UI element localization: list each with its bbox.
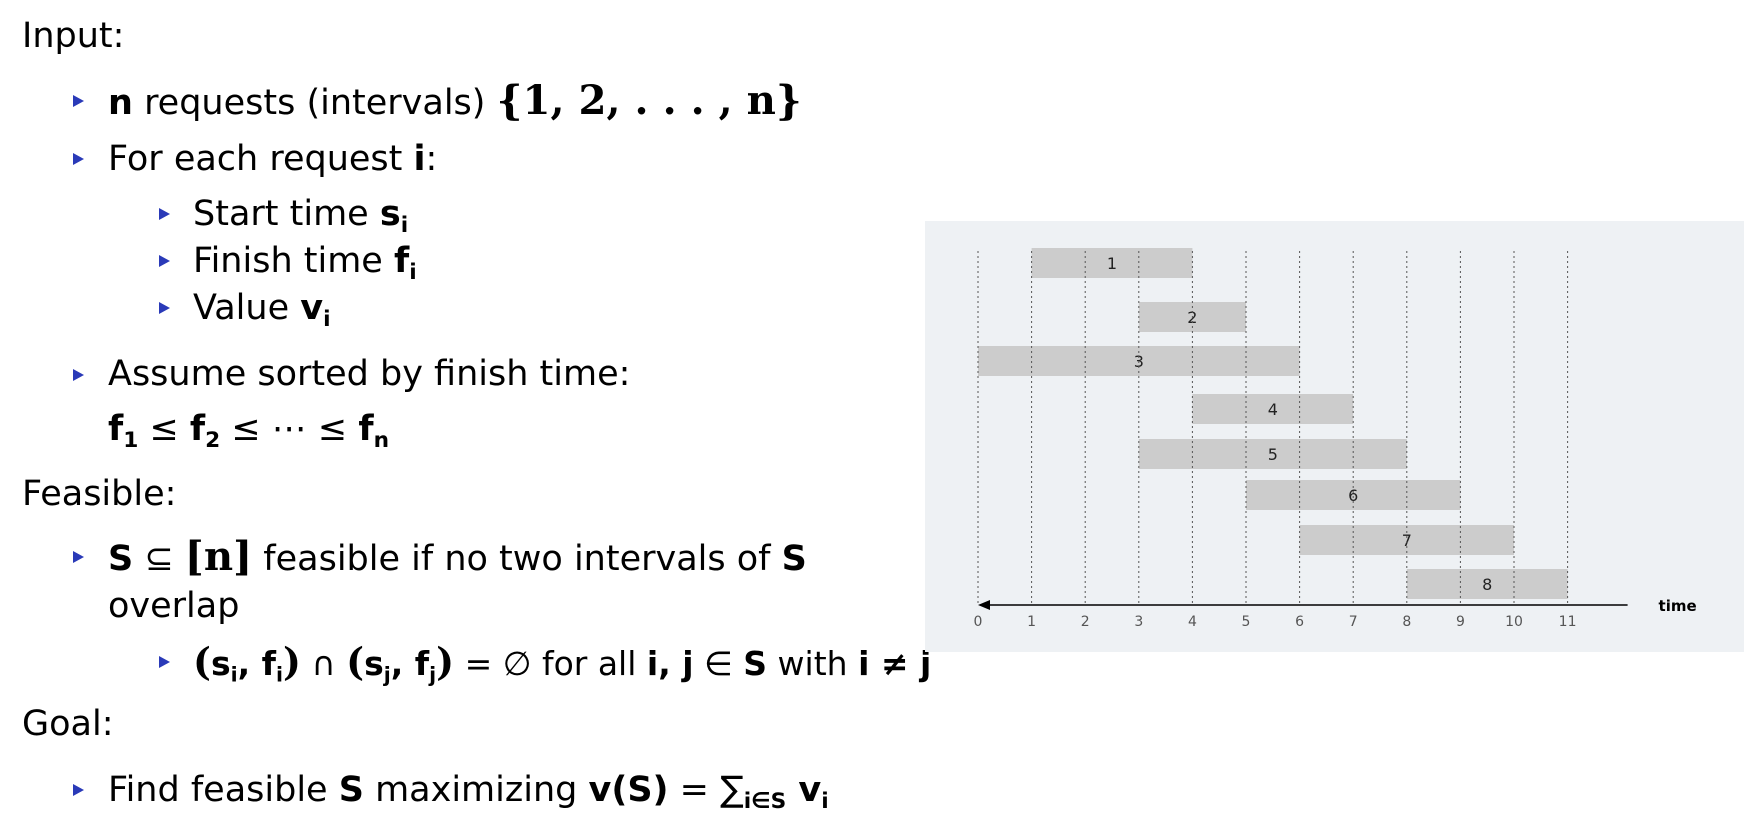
tick-label: 5 [1242, 614, 1251, 630]
var-f: f [393, 241, 410, 281]
with-text: with [767, 644, 859, 683]
tick-label: 11 [1559, 614, 1577, 630]
tick-label: 10 [1505, 614, 1523, 630]
var-S: S [108, 539, 134, 579]
bullet-icon [73, 784, 84, 796]
var-S: S [338, 770, 364, 810]
request-set: {1, 2, . . . , n} [496, 77, 802, 124]
f-j: f [414, 644, 430, 683]
tick-label: 6 [1295, 614, 1304, 630]
requests-text: requests (intervals) [144, 83, 486, 123]
feasible-text: feasible if no two intervals of [263, 539, 771, 579]
leq: ≤ [138, 409, 190, 449]
ij: i, j [646, 644, 694, 683]
interval-label: 8 [1482, 575, 1492, 594]
maximizing-text: maximizing [375, 770, 578, 810]
item-assume-sorted: Assume sorted by finish time: [108, 354, 631, 394]
bullet-icon [73, 551, 84, 563]
f2-sub: 2 [205, 427, 221, 453]
fn: f [358, 409, 374, 449]
f-i: f [261, 644, 277, 683]
paren-open: ( [193, 639, 211, 684]
sum-sub: i∈S [743, 788, 787, 814]
subscript-i: i [323, 306, 331, 332]
section-heading-input: Input: [22, 16, 125, 56]
s-j: s [364, 644, 384, 683]
paren-close: ) [436, 639, 455, 684]
in: ∈ [693, 644, 744, 683]
bullet-icon [73, 95, 84, 107]
tick-label: 7 [1349, 614, 1358, 630]
leq-dots: ≤ ⋯ ≤ [220, 409, 359, 449]
item-goal: Find feasible S maximizing v(S) = ∑i∈S v… [108, 768, 829, 824]
overlap-text: overlap [108, 586, 240, 626]
section-heading-feasible: Feasible: [22, 474, 177, 514]
subseteq: ⊆ [133, 539, 185, 579]
vS: v(S) [588, 770, 669, 810]
slide: Input: n requests (intervals) {1, 2, . .… [0, 0, 1759, 829]
find-text: Find feasible [108, 770, 328, 810]
bullet-icon [73, 369, 84, 381]
start-time-text: Start time [193, 194, 369, 234]
item-n-requests: n requests (intervals) {1, 2, . . . , n} [108, 79, 802, 125]
tick-label: 1 [1027, 614, 1036, 630]
paren-open: ( [346, 639, 365, 684]
finish-time-text: Finish time [193, 241, 383, 281]
bullet-icon [159, 656, 170, 668]
bullet-icon [73, 153, 84, 165]
for-each-text: For each request [108, 139, 403, 179]
f1-sub: 1 [123, 427, 139, 453]
interval-chart: 1 2 3 4 5 6 7 8 0 1 2 3 4 5 6 7 8 9 10 11 time [925, 221, 1744, 652]
tick-label: 8 [1402, 614, 1411, 630]
axis-label-time: time [1659, 597, 1697, 615]
subscript-i: i [409, 259, 417, 285]
eq-sum: = ∑ [668, 770, 744, 810]
interval-label: 5 [1268, 445, 1278, 464]
item-overlap-formula: (si, fi) ∩ (sj, fj) = ∅ for all i, j ∈ S… [193, 640, 931, 697]
comma: , [237, 644, 262, 683]
colon: : [425, 139, 438, 179]
var-S: S [781, 539, 807, 579]
n-bracket: [n] [184, 533, 253, 580]
s-i: s [210, 644, 231, 683]
fn-sub: n [373, 427, 390, 453]
sub-i: i [276, 662, 284, 687]
section-heading-goal: Goal: [22, 704, 114, 744]
f1: f [108, 409, 124, 449]
var-i: i [413, 139, 426, 179]
tick-label: 2 [1081, 614, 1090, 630]
item-for-each-request: For each request i: [108, 137, 437, 181]
value-text: Value [193, 288, 290, 328]
item-feasible-def: S ⊆ [n] feasible if no two intervals of … [108, 535, 807, 581]
v: v [786, 770, 822, 810]
f2: f [189, 409, 206, 449]
sub-i: i [230, 662, 238, 687]
cap: ∩ [300, 644, 347, 683]
sub-j: j [383, 662, 391, 687]
var-n: n [108, 83, 133, 123]
bullet-icon [159, 302, 170, 314]
bullet-icon [159, 255, 170, 267]
tick-label: 4 [1188, 614, 1197, 630]
eq-empty-text: = ∅ for all [454, 644, 647, 683]
axis-arrow-icon [978, 600, 990, 610]
i-neq-j: i ≠ j [858, 644, 932, 683]
tick-label: 9 [1456, 614, 1465, 630]
var-v: v [300, 288, 324, 328]
subscript-i: i [400, 212, 409, 238]
paren-close: ) [283, 639, 301, 684]
interval-label: 4 [1268, 400, 1278, 419]
var-S: S [743, 644, 768, 683]
tick-label: 0 [974, 614, 983, 630]
interval-chart-svg: 123456780 1 2 3 4 5 6 7 8 9 10 11time [974, 248, 1697, 630]
tick-label: 3 [1134, 614, 1143, 630]
sorted-formula: f1 ≤ f2 ≤ ⋯ ≤ fn [108, 407, 389, 463]
comma: , [390, 644, 415, 683]
var-s: s [379, 194, 401, 234]
interval-label: 1 [1107, 254, 1117, 273]
bullet-icon [159, 208, 170, 220]
item-value: Value vi [193, 286, 331, 342]
v-sub: i [821, 788, 829, 814]
